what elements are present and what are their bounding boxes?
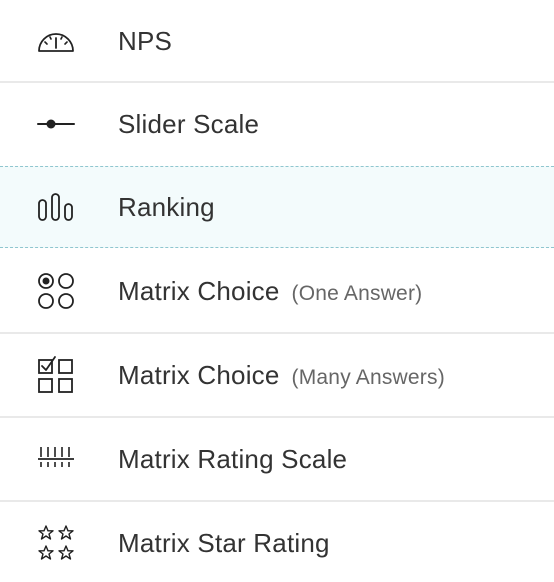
question-type-label: Ranking bbox=[118, 192, 215, 223]
question-type-label: Matrix Choice (Many Answers) bbox=[118, 360, 445, 391]
question-type-list: NPS Slider Scale Ranking Matrix Choice (… bbox=[0, 0, 554, 582]
question-type-label: NPS bbox=[118, 26, 172, 57]
question-type-label: Slider Scale bbox=[118, 109, 259, 140]
question-type-slider-scale[interactable]: Slider Scale bbox=[0, 83, 554, 165]
question-type-ranking[interactable]: Ranking bbox=[0, 166, 554, 248]
question-type-nps[interactable]: NPS bbox=[0, 0, 554, 82]
question-type-label: Matrix Choice (One Answer) bbox=[118, 276, 422, 307]
question-type-matrix-star-rating[interactable]: Matrix Star Rating bbox=[0, 502, 554, 582]
radio-grid-icon bbox=[36, 271, 76, 311]
checkbox-grid-icon bbox=[36, 355, 76, 395]
selection-border-top bbox=[0, 166, 554, 167]
gauge-icon bbox=[36, 21, 76, 61]
label-subtext: (One Answer) bbox=[291, 281, 423, 305]
label-text: Matrix Choice bbox=[118, 359, 280, 390]
ranking-bars-icon bbox=[36, 187, 76, 227]
slider-icon bbox=[36, 104, 76, 144]
label-text: Matrix Rating Scale bbox=[118, 443, 348, 474]
label-text: NPS bbox=[118, 25, 173, 56]
question-type-matrix-choice-many[interactable]: Matrix Choice (Many Answers) bbox=[0, 334, 554, 416]
question-type-label: Matrix Star Rating bbox=[118, 528, 330, 559]
rating-scale-icon bbox=[36, 439, 76, 479]
label-subtext: (Many Answers) bbox=[291, 365, 445, 389]
question-type-label: Matrix Rating Scale bbox=[118, 444, 347, 475]
label-text: Slider Scale bbox=[118, 108, 260, 139]
question-type-matrix-rating-scale[interactable]: Matrix Rating Scale bbox=[0, 418, 554, 500]
selection-border-bottom bbox=[0, 247, 554, 248]
label-text: Ranking bbox=[118, 191, 215, 222]
stars-grid-icon bbox=[36, 523, 76, 563]
label-text: Matrix Choice bbox=[118, 275, 280, 306]
label-text: Matrix Star Rating bbox=[118, 527, 330, 558]
question-type-matrix-choice-one[interactable]: Matrix Choice (One Answer) bbox=[0, 250, 554, 332]
